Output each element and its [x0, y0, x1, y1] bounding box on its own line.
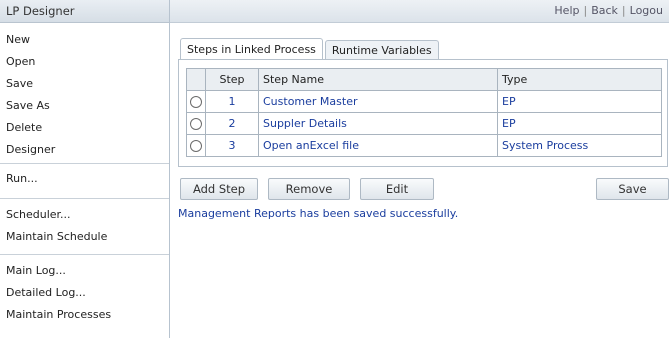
step-type: System Process	[497, 134, 662, 157]
sidebar-divider	[0, 198, 169, 199]
logout-link[interactable]: Logou	[626, 4, 667, 17]
sidebar-divider	[0, 163, 169, 164]
sidebar-item-save[interactable]: Save	[0, 73, 169, 95]
sidebar-item-new[interactable]: New	[0, 29, 169, 51]
tab-runtime-variables[interactable]: Runtime Variables	[324, 40, 439, 61]
steps-table: Step Step Name Type 1 Customer Master EP…	[186, 68, 662, 157]
step-name-link[interactable]: Open anExcel file	[263, 139, 359, 152]
sidebar-item-detailed-log[interactable]: Detailed Log...	[0, 282, 169, 304]
row-select-radio[interactable]	[190, 96, 202, 108]
tab-bar: Steps in Linked Process Runtime Variables	[180, 38, 441, 61]
add-step-button[interactable]: Add Step	[180, 178, 258, 200]
steps-panel: Step Step Name Type 1 Customer Master EP…	[178, 59, 668, 167]
step-name-cell: Open anExcel file	[258, 134, 498, 157]
sidebar-item-maintain-schedule[interactable]: Maintain Schedule	[0, 226, 169, 248]
row-select-cell	[186, 134, 206, 157]
sidebar-item-main-log[interactable]: Main Log...	[0, 260, 169, 282]
step-type: EP	[497, 112, 662, 135]
table-row: 2 Suppler Details EP	[186, 112, 662, 135]
remove-button[interactable]: Remove	[268, 178, 350, 200]
top-bar: Help | Back | Logou	[170, 0, 669, 23]
sidebar-title: LP Designer	[0, 0, 169, 23]
step-name-link[interactable]: Suppler Details	[263, 117, 347, 130]
step-name-link[interactable]: Customer Master	[263, 95, 358, 108]
help-link[interactable]: Help	[550, 4, 583, 17]
column-header-step: Step	[205, 68, 259, 91]
sidebar-item-run[interactable]: Run...	[0, 168, 169, 190]
save-button[interactable]: Save	[596, 178, 669, 200]
step-number: 1	[205, 90, 259, 113]
table-row: 1 Customer Master EP	[186, 90, 662, 113]
sidebar-divider	[0, 254, 169, 255]
sidebar-item-open[interactable]: Open	[0, 51, 169, 73]
edit-button[interactable]: Edit	[360, 178, 434, 200]
status-message: Management Reports has been saved succes…	[178, 207, 459, 220]
step-number: 2	[205, 112, 259, 135]
back-link[interactable]: Back	[587, 4, 622, 17]
row-select-cell	[186, 112, 206, 135]
sidebar: LP Designer New Open Save Save As Delete…	[0, 0, 170, 338]
sidebar-item-maintain-processes[interactable]: Maintain Processes	[0, 304, 169, 326]
sidebar-item-designer[interactable]: Designer	[0, 139, 169, 161]
table-row: 3 Open anExcel file System Process	[186, 134, 662, 157]
step-number: 3	[205, 134, 259, 157]
row-select-cell	[186, 90, 206, 113]
step-name-cell: Suppler Details	[258, 112, 498, 135]
column-header-step-name: Step Name	[258, 68, 498, 91]
sidebar-group-file: New Open Save Save As Delete Designer	[0, 23, 169, 161]
step-type: EP	[497, 90, 662, 113]
column-header-type: Type	[497, 68, 662, 91]
top-links: Help | Back | Logou	[550, 0, 667, 22]
table-header-row: Step Step Name Type	[186, 68, 662, 91]
sidebar-item-save-as[interactable]: Save As	[0, 95, 169, 117]
row-select-radio[interactable]	[190, 118, 202, 130]
row-select-radio[interactable]	[190, 140, 202, 152]
sidebar-item-delete[interactable]: Delete	[0, 117, 169, 139]
sidebar-item-scheduler[interactable]: Scheduler...	[0, 204, 169, 226]
tab-steps-in-linked-process[interactable]: Steps in Linked Process	[180, 38, 323, 61]
select-column-header	[186, 68, 206, 91]
step-name-cell: Customer Master	[258, 90, 498, 113]
